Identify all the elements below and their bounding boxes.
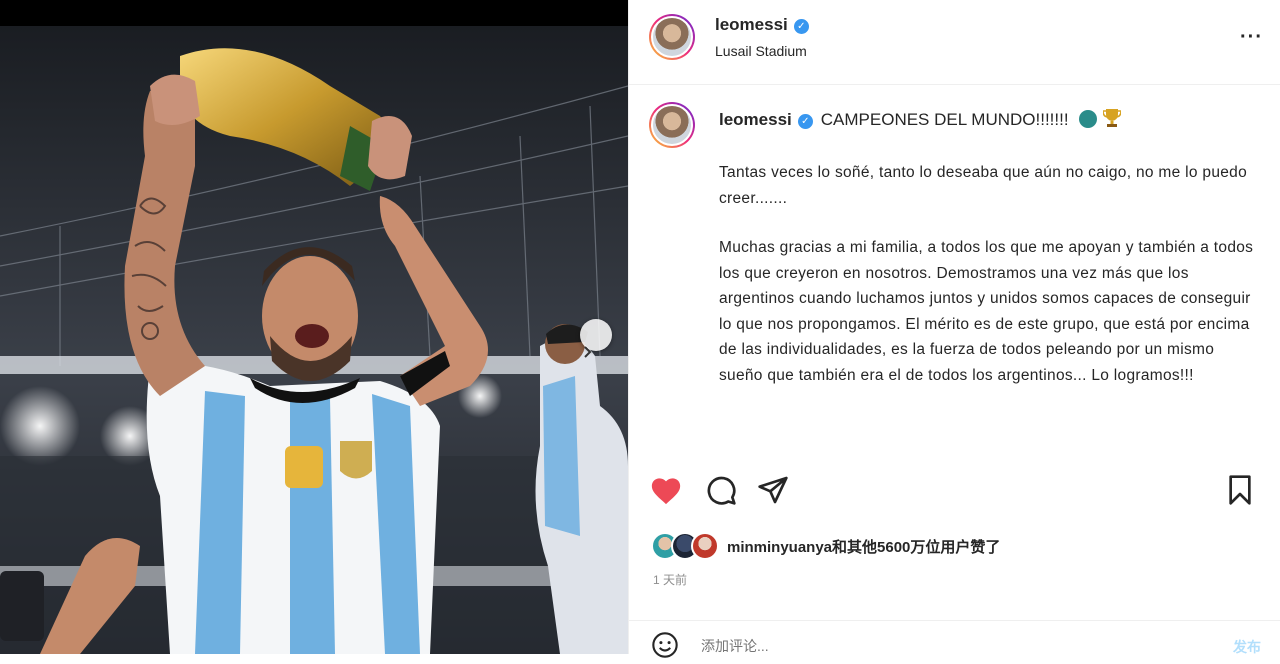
caption-header: leomessi ✓ CAMPEONES DEL MUNDO!!!!!!! [719, 108, 1122, 133]
comment-input[interactable] [699, 637, 1173, 655]
post-author[interactable]: leomessi ✓ [715, 15, 809, 35]
image-top-bar [0, 0, 628, 26]
heart-icon[interactable] [649, 474, 683, 511]
post-timestamp[interactable]: 1 天前 [653, 571, 687, 588]
post-image[interactable] [0, 0, 628, 654]
comment-bar: 发布 [629, 620, 1280, 658]
more-options-button[interactable]: ··· [1240, 26, 1263, 49]
verified-badge-icon: ✓ [797, 114, 813, 129]
likes-count[interactable]: minminyuanya和其他5600万位用户赞了 [727, 536, 1000, 557]
caption-avatar[interactable] [649, 102, 695, 148]
likes-row[interactable]: minminyuanya和其他5600万位用户赞了 [651, 532, 1000, 560]
post-location[interactable]: Lusail Stadium [715, 43, 807, 59]
emoji-icon[interactable] [651, 631, 679, 664]
caption-username[interactable]: leomessi [719, 110, 792, 129]
carousel-next-button[interactable] [580, 319, 612, 358]
comment-icon[interactable] [705, 474, 737, 511]
post-header: leomessi ✓ Lusail Stadium ··· [629, 0, 1280, 85]
username-text[interactable]: leomessi [715, 15, 788, 34]
action-bar [649, 474, 1261, 508]
bookmark-icon[interactable] [1225, 474, 1255, 511]
send-icon[interactable] [757, 474, 789, 511]
verified-badge-icon: ✓ [793, 19, 809, 34]
globe-emoji-icon [1078, 110, 1097, 128]
avatar[interactable] [649, 14, 695, 60]
caption-title: CAMPEONES DEL MUNDO!!!!!!! [820, 110, 1069, 129]
caption-paragraph-2: Muchas gracias a mi familia, a todos los… [719, 239, 1254, 384]
stadium-photo [0, 26, 628, 654]
post-comment-button[interactable]: 发布 [1233, 637, 1261, 657]
liker-avatar [691, 532, 719, 560]
trophy-emoji-icon [1101, 108, 1122, 133]
post-detail-panel: leomessi ✓ Lusail Stadium ··· leomessi ✓ CA… [628, 0, 1280, 658]
caption-paragraph-1: Tantas veces lo soñé, tanto lo deseaba q… [719, 164, 1248, 207]
